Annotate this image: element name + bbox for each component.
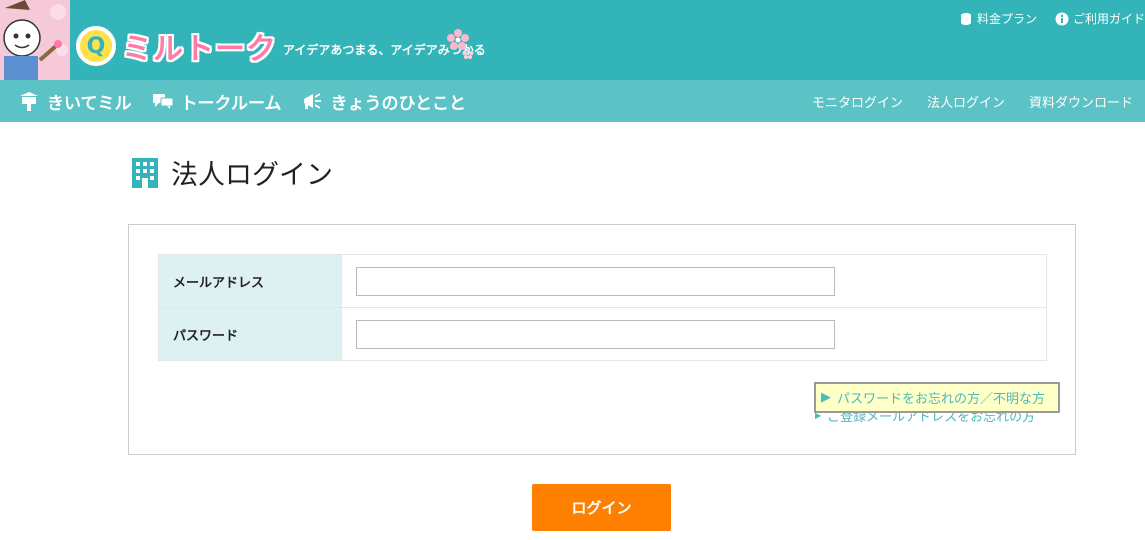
password-input[interactable] bbox=[356, 319, 835, 349]
triangle-right-icon: ▶ bbox=[821, 390, 831, 405]
chat-bubbles-icon bbox=[152, 94, 173, 109]
logo-q-icon: Q bbox=[76, 26, 116, 66]
email-row: メールアドレス bbox=[158, 254, 1047, 308]
password-label: パスワード bbox=[158, 307, 342, 361]
login-form-table: メールアドレス パスワード bbox=[158, 254, 1047, 361]
site-logo[interactable]: Q ミルトーク アイデアあつまる、アイデアみつかる bbox=[76, 24, 486, 68]
document-download-link[interactable]: 資料ダウンロード bbox=[1029, 92, 1133, 111]
pricing-link-label: 料金プラン bbox=[976, 12, 1037, 26]
megaphone-icon bbox=[304, 93, 322, 109]
building-icon bbox=[132, 157, 158, 188]
corporate-login-link[interactable]: 法人ログイン bbox=[927, 92, 1005, 111]
logo-wordmark: ミルトーク bbox=[122, 32, 277, 67]
forgot-password-label: パスワードをお忘れの方／不明な方 bbox=[837, 392, 1046, 407]
login-button[interactable]: ログイン bbox=[532, 484, 671, 531]
main-navigation: きいてミル トークルーム きょうのひとこと モニタログイン 法人ログイン 資料ダ… bbox=[0, 80, 1145, 122]
pricing-link[interactable]: 料金プラン bbox=[959, 10, 1037, 27]
guide-link[interactable]: ご利用ガイド bbox=[1055, 10, 1145, 27]
monitor-login-link[interactable]: モニタログイン bbox=[812, 92, 903, 111]
nav-item-kiitemiru[interactable]: きいてミル bbox=[18, 89, 132, 114]
forgot-password-link[interactable]: ▶ パスワードをお忘れの方／不明な方 bbox=[814, 382, 1060, 413]
email-label: メールアドレス bbox=[158, 254, 342, 308]
header-utility-links: 料金プラン ご利用ガイド bbox=[959, 10, 1145, 27]
mascot-character-icon bbox=[0, 0, 70, 80]
email-input[interactable] bbox=[356, 266, 835, 296]
nav-item-talkroom[interactable]: トークルーム bbox=[152, 89, 282, 114]
info-icon bbox=[1055, 12, 1069, 25]
page-heading: 法人ログイン bbox=[171, 160, 333, 191]
nav-item-label: きょうのひとこと bbox=[330, 93, 466, 114]
signboard-icon bbox=[20, 92, 38, 111]
nav-item-label: きいてミル bbox=[47, 93, 132, 114]
login-form: メールアドレス パスワード ▶ パスワードをお忘れの方／不明な方 ▶ ご登録メー… bbox=[128, 224, 1076, 455]
site-header: Q ミルトーク アイデアあつまる、アイデアみつかる 料金プラン ご利用ガイド bbox=[0, 0, 1145, 80]
sakura-small-icon bbox=[462, 48, 474, 59]
coins-icon bbox=[960, 12, 971, 25]
nav-primary: きいてミル トークルーム きょうのひとこと bbox=[18, 80, 466, 122]
password-row: パスワード bbox=[158, 307, 1047, 361]
nav-item-hitokoto[interactable]: きょうのひとこと bbox=[301, 89, 466, 114]
page-title: 法人ログイン bbox=[131, 153, 333, 192]
nav-item-label: トークルーム bbox=[180, 93, 282, 114]
nav-secondary: モニタログイン 法人ログイン 資料ダウンロード bbox=[812, 80, 1133, 122]
guide-link-label: ご利用ガイド bbox=[1072, 12, 1145, 26]
